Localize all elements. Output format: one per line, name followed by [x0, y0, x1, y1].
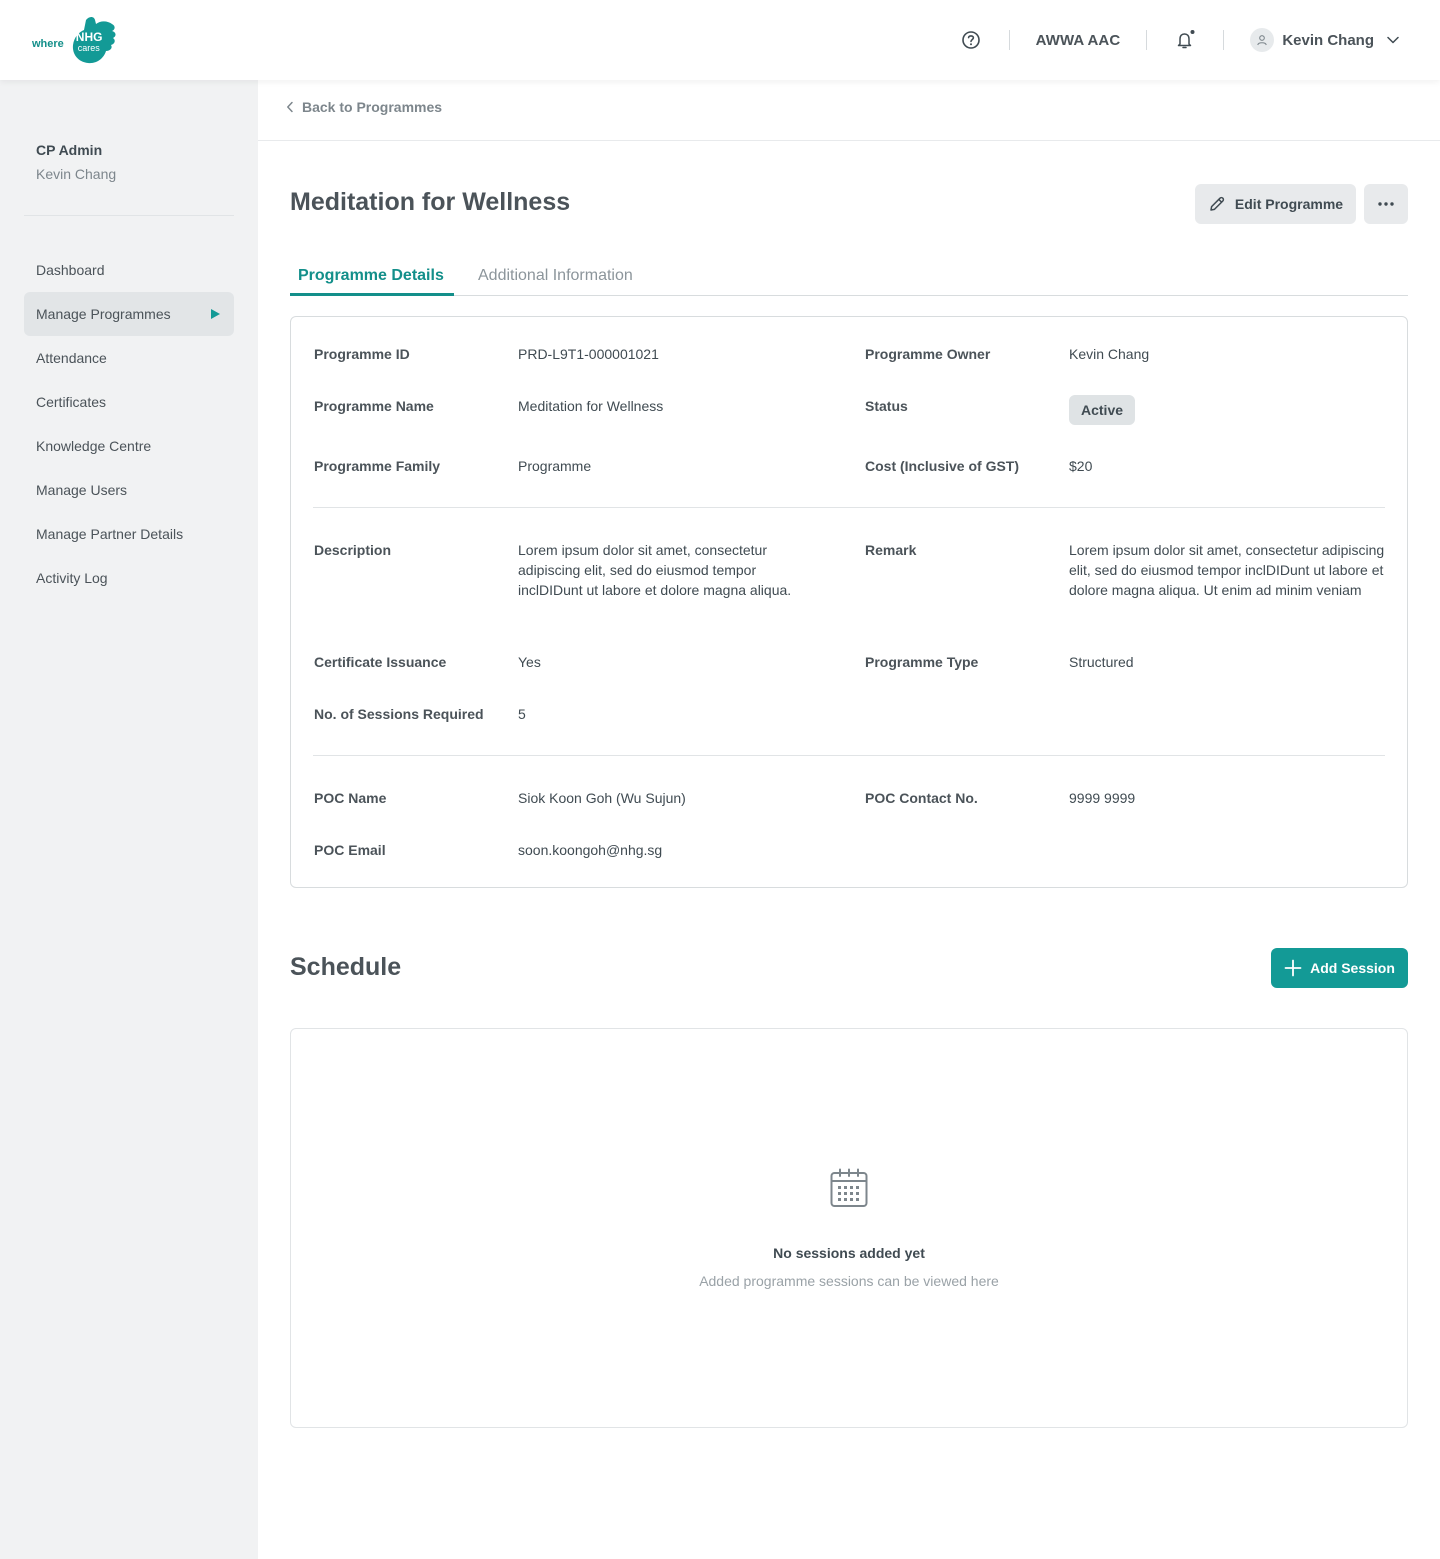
poc-name-label: POC Name: [314, 790, 387, 806]
certificate-issuance-value: Yes: [518, 654, 541, 670]
sessions-required-label: No. of Sessions Required: [314, 706, 484, 722]
programme-family-label: Programme Family: [314, 458, 441, 474]
sidebar-item-label: Dashboard: [36, 262, 105, 278]
cost-label: Cost (Inclusive of GST): [865, 458, 1020, 474]
user-name: Kevin Chang: [1282, 31, 1374, 49]
programme-details-card: Programme ID PRD-L9T1-000001021 Programm…: [290, 316, 1408, 888]
chevron-down-icon[interactable]: [1386, 33, 1400, 47]
organisation-name[interactable]: AWWA AAC: [1036, 32, 1121, 49]
programme-owner-value: Kevin Chang: [1069, 346, 1150, 362]
tab-programme-details[interactable]: Programme Details: [298, 267, 444, 296]
tab-additional-information[interactable]: Additional Information: [478, 267, 633, 296]
remark-value: Lorem ipsum dolor sit amet, consectetur …: [1069, 542, 1385, 598]
help-circle-icon[interactable]: [959, 28, 983, 52]
sidebar-nav: Dashboard Manage Programmes Attendance C…: [24, 248, 234, 600]
sidebar: CP Admin Kevin Chang Dashboard Manage Pr…: [0, 80, 258, 1559]
programme-family-value: Programme: [518, 458, 592, 474]
cost-value: $20: [1069, 458, 1093, 474]
active-tab-indicator: [290, 293, 454, 296]
page-title: Meditation for Wellness: [290, 188, 571, 216]
programme-name-label: Programme Name: [314, 398, 434, 414]
sidebar-item-manage-users[interactable]: Manage Users: [24, 468, 234, 512]
poc-name-value: Siok Koon Goh (Wu Sujun): [518, 790, 686, 806]
description-value: Lorem ipsum dolor sit amet, consectetur …: [518, 542, 792, 598]
tab-label: Additional Information: [478, 267, 633, 284]
programme-type-label: Programme Type: [865, 654, 979, 670]
sidebar-item-knowledge-centre[interactable]: Knowledge Centre: [24, 424, 234, 468]
empty-state-title: No sessions added yet: [773, 1245, 925, 1261]
main-content: Back to Programmes Meditation for Wellne…: [258, 80, 1440, 1559]
plus-icon: [1284, 959, 1302, 977]
add-session-label: Add Session: [1310, 960, 1395, 976]
poc-contact-label: POC Contact No.: [865, 790, 978, 806]
sidebar-item-label: Attendance: [36, 350, 107, 366]
pencil-icon: [1210, 196, 1225, 211]
header-divider: [1008, 30, 1010, 50]
chevron-left-icon: [287, 101, 293, 113]
sidebar-item-label: Knowledge Centre: [36, 438, 152, 454]
status-badge: Active: [1069, 395, 1136, 425]
edit-programme-label: Edit Programme: [1234, 196, 1344, 212]
breadcrumb-divider: [258, 140, 1440, 141]
empty-state-subtitle: Added programme sessions can be viewed h…: [699, 1273, 999, 1289]
poc-email-label: POC Email: [314, 842, 386, 858]
tab-bar: Programme Details Additional Information: [290, 256, 1408, 296]
sidebar-divider: [24, 215, 234, 216]
schedule-title: Schedule: [290, 953, 402, 981]
sidebar-item-attendance[interactable]: Attendance: [24, 336, 234, 380]
sidebar-item-activity-log[interactable]: Activity Log: [24, 556, 234, 600]
user-menu[interactable]: Kevin Chang: [1250, 28, 1400, 52]
logo-where-text: where: [32, 38, 64, 50]
programme-id-label: Programme ID: [314, 346, 410, 362]
logo-hand-mark: NHG cares: [68, 14, 120, 66]
sidebar-item-label: Manage Programmes: [36, 306, 171, 322]
poc-contact-value: 9999 9999: [1069, 790, 1136, 806]
edit-programme-button[interactable]: Edit Programme: [1195, 184, 1356, 224]
programme-owner-label: Programme Owner: [865, 346, 991, 362]
sidebar-role: CP Admin: [36, 142, 103, 158]
sidebar-item-certificates[interactable]: Certificates: [24, 380, 234, 424]
sessions-required-value: 5: [518, 706, 526, 722]
more-options-button[interactable]: [1364, 184, 1408, 224]
logo-cares-text: cares: [77, 43, 100, 53]
section-divider: [313, 755, 1385, 756]
avatar: [1250, 28, 1275, 52]
status-label: Status: [865, 398, 908, 414]
sidebar-item-label: Certificates: [36, 394, 107, 410]
poc-email-value: soon.koongoh@nhg.sg: [518, 842, 663, 858]
sidebar-item-manage-partner-details[interactable]: Manage Partner Details: [24, 512, 234, 556]
top-header: where NHG cares AWWA AAC Kevin Chang: [0, 0, 1440, 80]
sidebar-item-manage-programmes[interactable]: Manage Programmes: [24, 292, 234, 336]
tab-label: Programme Details: [298, 267, 444, 284]
more-horizontal-icon: [1378, 202, 1394, 206]
sidebar-item-label: Manage Partner Details: [36, 526, 184, 542]
sidebar-item-label: Manage Users: [36, 482, 128, 498]
programme-name-value: Meditation for Wellness: [518, 398, 664, 414]
remark-label: Remark: [865, 542, 917, 558]
calendar-icon: [830, 1168, 868, 1213]
nhg-logo[interactable]: where NHG cares: [32, 14, 120, 66]
sidebar-item-dashboard[interactable]: Dashboard: [24, 248, 234, 292]
back-to-programmes-link[interactable]: Back to Programmes: [286, 99, 442, 115]
certificate-issuance-label: Certificate Issuance: [314, 654, 447, 670]
bell-icon[interactable]: [1173, 28, 1197, 52]
sidebar-user-name: Kevin Chang: [36, 166, 117, 182]
logo-brand-text: NHG: [75, 30, 103, 44]
add-session-button[interactable]: Add Session: [1271, 948, 1408, 988]
back-label: Back to Programmes: [302, 99, 443, 115]
play-arrow-icon: [211, 309, 220, 319]
sidebar-item-label: Activity Log: [36, 570, 108, 586]
programme-id-value: PRD-L9T1-000001021: [518, 346, 659, 362]
programme-type-value: Structured: [1069, 654, 1134, 670]
header-divider: [1146, 30, 1148, 50]
section-divider: [313, 507, 1385, 508]
schedule-empty-state: No sessions added yet Added programme se…: [290, 1028, 1408, 1428]
header-divider: [1223, 30, 1225, 50]
user-icon: [1257, 35, 1268, 46]
description-label: Description: [314, 542, 392, 558]
